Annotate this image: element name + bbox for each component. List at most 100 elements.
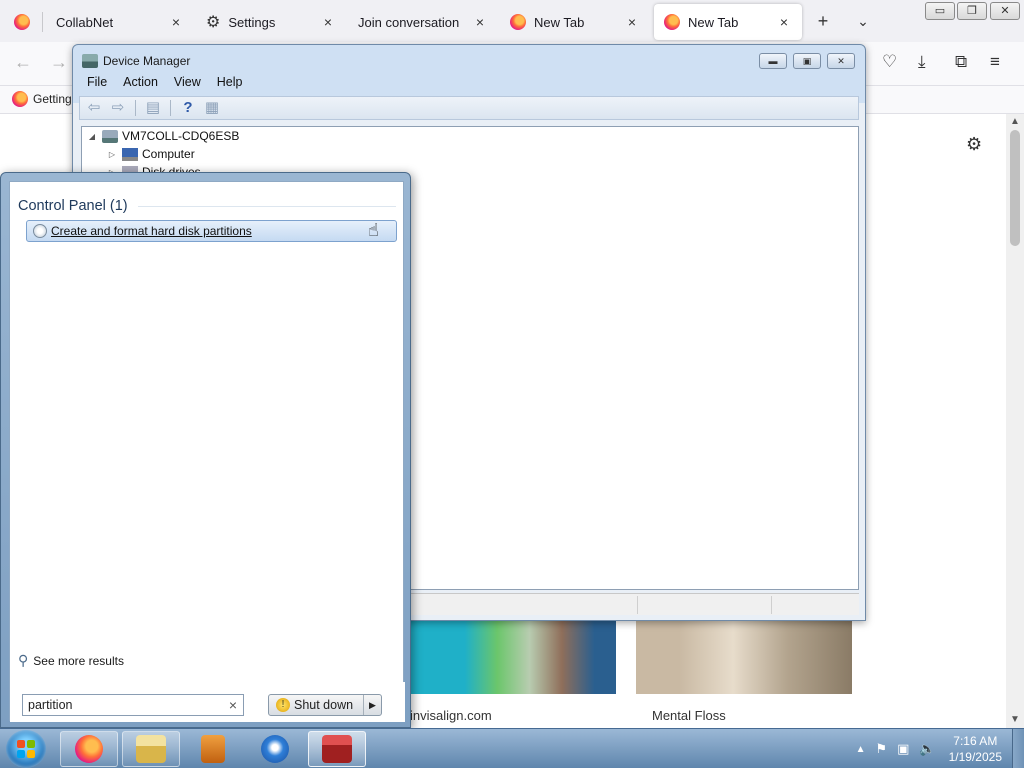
firefox-icon [14,14,30,30]
search-input[interactable]: partition × [22,694,244,716]
extensions-icon[interactable]: ⧉ [955,52,967,72]
menu-action[interactable]: Action [115,73,166,93]
tab-new-tab-active[interactable]: New Tab × [654,4,802,40]
expand-icon[interactable]: ▷ [106,150,118,159]
see-more-label: See more results [33,653,124,668]
search-result-item[interactable]: Create and format hard disk partitions [26,220,397,242]
tab-join-conversation[interactable]: Join conversation × [348,4,498,40]
tree-root[interactable]: ◢ VM7COLL-CDQ6ESB [86,127,239,145]
see-more-results-link[interactable]: ⚲ See more results [18,652,124,669]
tab-label: New Tab [534,14,585,30]
close-icon[interactable]: × [472,14,488,30]
list-all-tabs-button[interactable]: ⌄ [852,10,874,32]
tab-label: CollabNet [56,14,114,30]
search-icon: ⚲ [18,652,29,668]
close-icon[interactable]: × [320,14,336,30]
tree-label: Computer [142,147,195,161]
result-label: Create and format hard disk partitions [51,224,252,238]
gear-icon[interactable]: ⚙ [966,134,982,155]
menu-file[interactable]: File [79,73,115,93]
tab-new-tab[interactable]: New Tab × [500,4,650,40]
volume-icon[interactable]: 🔈 [919,741,935,757]
toolbar-separator [170,100,171,116]
collapse-icon[interactable]: ◢ [86,132,98,141]
tab-firefox-view[interactable] [4,4,40,40]
back-arrow-icon[interactable]: ← [14,52,32,73]
firefox-icon [75,735,103,763]
taskbar-media-player[interactable] [184,731,242,767]
menu-icon[interactable]: ≡ [990,52,1000,72]
results-section-header: Control Panel (1) [18,198,128,214]
scroll-down-icon[interactable]: ▼ [1010,714,1020,725]
scroll-up-icon[interactable]: ▲ [1010,116,1020,127]
scroll-thumb[interactable] [1010,130,1020,246]
start-menu-results: Control Panel (1) Create and format hard… [9,181,405,722]
card-image [400,620,616,694]
restore-button[interactable]: ❐ [957,2,987,20]
browser-tab-bar: CollabNet × ⚙ Settings × Join conversati… [0,0,1024,42]
card-title: invisalign.com [410,708,492,723]
download-icon[interactable]: ⤓ [918,52,926,72]
new-tab-button[interactable]: + [812,10,834,32]
start-menu: Control Panel (1) Create and format hard… [0,172,411,728]
show-hidden-icons-icon[interactable]: ▲ [856,744,866,755]
show-hide-console-tree-icon[interactable]: ▤ [143,99,163,117]
clock[interactable]: 7:16 AM 1/19/2025 [949,733,1002,765]
help-icon[interactable]: ? [178,99,198,117]
media-player-icon [201,735,225,763]
tab-label: Settings [228,14,276,30]
back-arrow-icon[interactable]: ⇦ [84,99,104,117]
tree-item-computer[interactable]: ▷ Computer [106,145,195,163]
forward-arrow-icon[interactable]: → [50,52,68,73]
clock-time: 7:16 AM [953,734,998,748]
system-tray: ▲ ⚑ ▣ 🔈 7:16 AM 1/19/2025 [851,729,1024,768]
network-icon[interactable]: ▣ [897,741,909,757]
clear-search-icon[interactable]: × [229,697,237,713]
minimize-button[interactable]: ▬ [759,53,787,69]
top-site-card[interactable]: Mental Floss [636,620,852,723]
tab-separator [42,12,43,32]
forward-arrow-icon[interactable]: ⇨ [108,99,128,117]
firefox-icon [664,14,680,30]
firefox-icon [12,91,28,107]
close-icon[interactable]: × [168,14,184,30]
toolbar-separator [135,100,136,116]
disk-management-icon [33,224,47,238]
menu-view[interactable]: View [166,73,209,93]
maximize-button[interactable]: ▣ [793,53,821,69]
divider [138,206,396,207]
shut-down-button[interactable]: ! Shut down ▶ [268,694,382,716]
show-desktop-button[interactable] [1012,729,1024,768]
windows-logo-icon [17,740,35,758]
tab-settings[interactable]: ⚙ Settings × [196,4,346,40]
taskbar: ▲ ⚑ ▣ 🔈 7:16 AM 1/19/2025 [0,728,1024,768]
gear-icon: ⚙ [206,14,221,31]
taskbar-firefox[interactable] [60,731,118,767]
menu-help[interactable]: Help [209,73,251,93]
close-icon[interactable]: × [624,14,640,30]
properties-icon[interactable]: ▦ [202,99,222,117]
shut-down-label: Shut down [294,698,354,712]
close-button[interactable]: ✕ [827,53,855,69]
card-image [636,620,852,694]
start-menu-footer: partition × ! Shut down ▶ [10,682,405,722]
bookmark-getting-started[interactable]: Getting [12,91,72,107]
hand-cursor-icon: ☝ [368,220,379,240]
minimize-button[interactable]: ▭ [925,2,955,20]
tree-label: VM7COLL-CDQ6ESB [122,129,240,143]
close-icon[interactable]: × [776,14,792,30]
page-scrollbar[interactable]: ▲ ▼ [1006,114,1024,728]
top-site-card[interactable]: invisalign.com [400,620,616,723]
start-button[interactable] [6,730,46,768]
close-window-button[interactable]: ✕ [990,2,1020,20]
window-title: Device Manager [103,54,191,68]
pocket-icon[interactable]: ♡ [882,52,897,72]
tab-collabnet[interactable]: CollabNet × [44,4,194,40]
shut-down-options-arrow-icon[interactable]: ▶ [363,695,381,715]
taskbar-thunderbird[interactable] [246,731,304,767]
update-shield-icon: ! [276,698,290,712]
taskbar-file-explorer[interactable] [122,731,180,767]
toolbox-icon [322,735,352,763]
action-center-flag-icon[interactable]: ⚑ [875,741,887,757]
taskbar-device-manager[interactable] [308,731,366,767]
